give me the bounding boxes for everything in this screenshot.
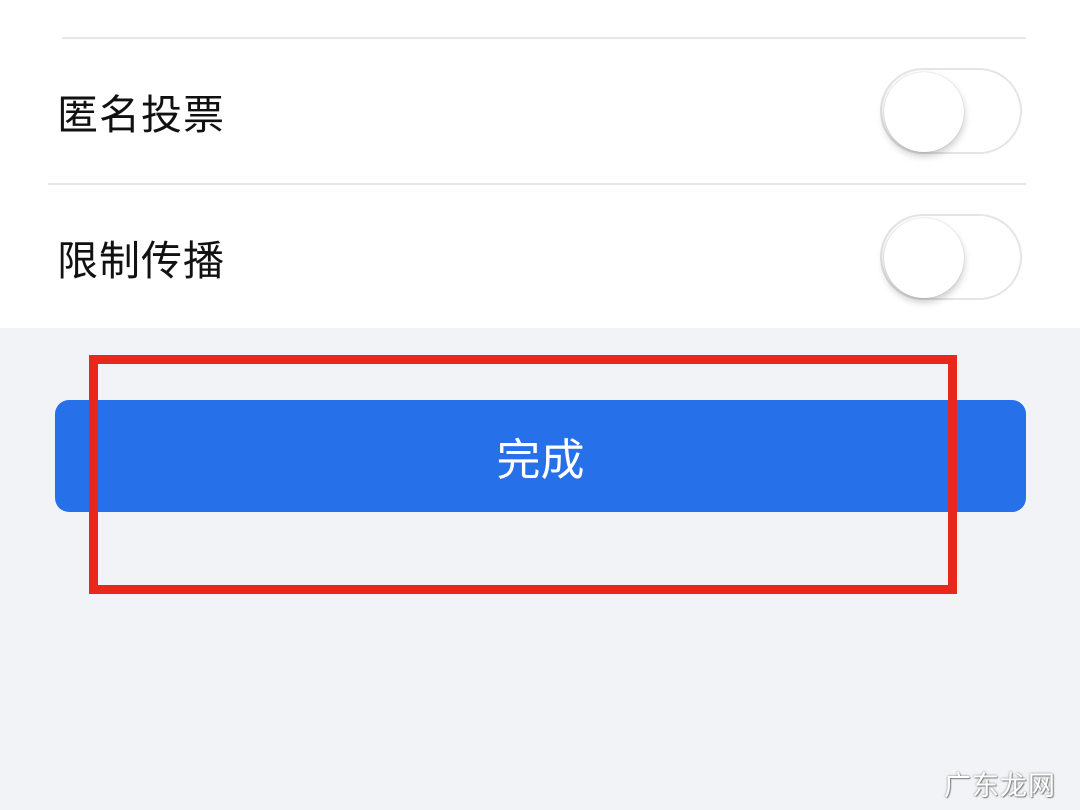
divider bbox=[62, 37, 1026, 39]
watermark: 广东龙网 bbox=[944, 771, 1056, 802]
anonymous-vote-toggle[interactable] bbox=[880, 68, 1022, 154]
limit-spread-toggle[interactable] bbox=[880, 214, 1022, 300]
toggle-knob bbox=[884, 72, 964, 152]
anonymous-vote-label: 匿名投票 bbox=[57, 91, 225, 139]
settings-card: 匿名投票 限制传播 bbox=[0, 0, 1080, 328]
toggle-knob bbox=[884, 218, 964, 298]
limit-spread-label: 限制传播 bbox=[57, 237, 225, 285]
done-button[interactable]: 完成 bbox=[55, 400, 1026, 512]
divider bbox=[48, 183, 1026, 185]
